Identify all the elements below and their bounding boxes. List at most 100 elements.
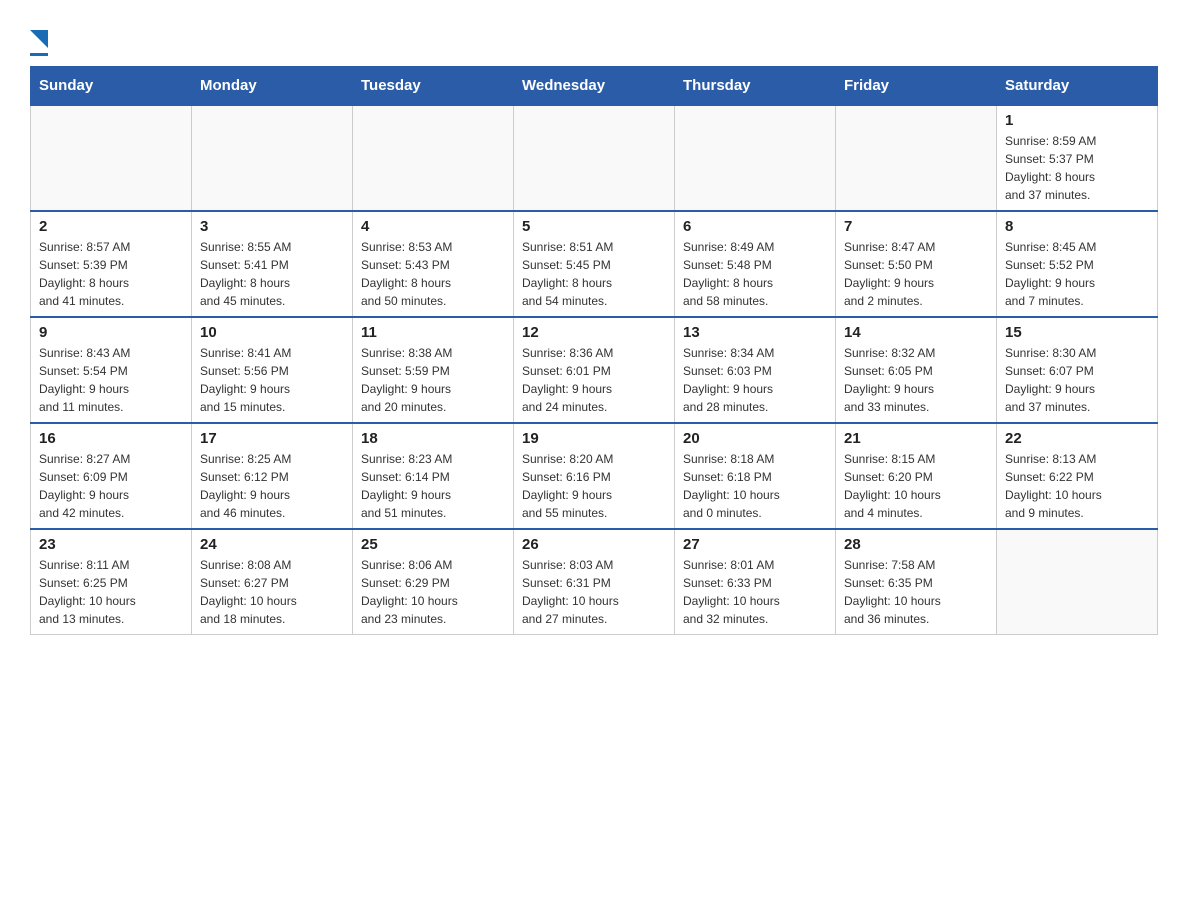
calendar-cell: 11 Sunrise: 8:38 AM Sunset: 5:59 PM Dayli… (353, 317, 514, 423)
day-number: 17 (200, 430, 344, 447)
day-number: 5 (522, 218, 666, 235)
calendar-cell: 15 Sunrise: 8:30 AM Sunset: 6:07 PM Dayli… (997, 317, 1158, 423)
calendar-cell: 23 Sunrise: 8:11 AM Sunset: 6:25 PM Dayli… (31, 529, 192, 635)
day-number: 8 (1005, 218, 1149, 235)
day-info: Sunrise: 8:18 AM Sunset: 6:18 PM Dayligh… (683, 450, 827, 522)
calendar-cell: 1 Sunrise: 8:59 AM Sunset: 5:37 PM Daylig… (997, 105, 1158, 211)
calendar-cell: 6Sunrise: 8:49 AM Sunset: 5:48 PM Daylig… (675, 211, 836, 317)
calendar-week-2: 9 Sunrise: 8:43 AM Sunset: 5:54 PM Daylig… (31, 317, 1158, 423)
calendar-cell (192, 105, 353, 211)
day-info: Sunrise: 8:36 AM Sunset: 6:01 PM Dayligh… (522, 344, 666, 416)
day-info: Sunrise: 8:30 AM Sunset: 6:07 PM Dayligh… (1005, 344, 1149, 416)
day-number: 20 (683, 430, 827, 447)
day-info: Sunrise: 8:11 AM Sunset: 6:25 PM Dayligh… (39, 556, 183, 628)
calendar-cell (675, 105, 836, 211)
day-info: Sunrise: 8:59 AM Sunset: 5:37 PM Dayligh… (1005, 132, 1149, 204)
calendar-cell: 21Sunrise: 8:15 AM Sunset: 6:20 PM Dayli… (836, 423, 997, 529)
weekday-sunday: Sunday (31, 67, 192, 106)
calendar-cell: 26 Sunrise: 8:03 AM Sunset: 6:31 PM Dayli… (514, 529, 675, 635)
day-info: Sunrise: 8:03 AM Sunset: 6:31 PM Dayligh… (522, 556, 666, 628)
page-header (30, 20, 1158, 56)
day-info: Sunrise: 8:01 AM Sunset: 6:33 PM Dayligh… (683, 556, 827, 628)
logo (30, 30, 48, 56)
calendar-cell: 7 Sunrise: 8:47 AM Sunset: 5:50 PM Daylig… (836, 211, 997, 317)
day-number: 22 (1005, 430, 1149, 447)
calendar-week-0: 1 Sunrise: 8:59 AM Sunset: 5:37 PM Daylig… (31, 105, 1158, 211)
day-info: Sunrise: 8:55 AM Sunset: 5:41 PM Dayligh… (200, 238, 344, 310)
calendar-week-1: 2 Sunrise: 8:57 AM Sunset: 5:39 PM Daylig… (31, 211, 1158, 317)
calendar-cell: 24 Sunrise: 8:08 AM Sunset: 6:27 PM Dayli… (192, 529, 353, 635)
calendar-cell: 4 Sunrise: 8:53 AM Sunset: 5:43 PM Daylig… (353, 211, 514, 317)
day-info: Sunrise: 8:20 AM Sunset: 6:16 PM Dayligh… (522, 450, 666, 522)
day-info: Sunrise: 8:51 AM Sunset: 5:45 PM Dayligh… (522, 238, 666, 310)
calendar-body: 1 Sunrise: 8:59 AM Sunset: 5:37 PM Daylig… (31, 105, 1158, 635)
day-number: 23 (39, 536, 183, 553)
day-number: 25 (361, 536, 505, 553)
calendar-cell (514, 105, 675, 211)
calendar-cell: 8 Sunrise: 8:45 AM Sunset: 5:52 PM Daylig… (997, 211, 1158, 317)
day-number: 7 (844, 218, 988, 235)
calendar-cell: 19 Sunrise: 8:20 AM Sunset: 6:16 PM Dayli… (514, 423, 675, 529)
day-number: 12 (522, 324, 666, 341)
weekday-wednesday: Wednesday (514, 67, 675, 106)
day-info: Sunrise: 8:34 AM Sunset: 6:03 PM Dayligh… (683, 344, 827, 416)
weekday-friday: Friday (836, 67, 997, 106)
calendar-cell: 27 Sunrise: 8:01 AM Sunset: 6:33 PM Dayli… (675, 529, 836, 635)
calendar-header: SundayMondayTuesdayWednesdayThursdayFrid… (31, 67, 1158, 106)
day-number: 28 (844, 536, 988, 553)
calendar-cell: 17 Sunrise: 8:25 AM Sunset: 6:12 PM Dayli… (192, 423, 353, 529)
day-info: Sunrise: 8:13 AM Sunset: 6:22 PM Dayligh… (1005, 450, 1149, 522)
day-number: 1 (1005, 112, 1149, 129)
calendar-cell: 25 Sunrise: 8:06 AM Sunset: 6:29 PM Dayli… (353, 529, 514, 635)
calendar-cell (836, 105, 997, 211)
day-info: Sunrise: 8:25 AM Sunset: 6:12 PM Dayligh… (200, 450, 344, 522)
calendar-cell: 13 Sunrise: 8:34 AM Sunset: 6:03 PM Dayli… (675, 317, 836, 423)
day-info: Sunrise: 8:23 AM Sunset: 6:14 PM Dayligh… (361, 450, 505, 522)
calendar-cell: 9 Sunrise: 8:43 AM Sunset: 5:54 PM Daylig… (31, 317, 192, 423)
calendar-cell: 20 Sunrise: 8:18 AM Sunset: 6:18 PM Dayli… (675, 423, 836, 529)
day-info: Sunrise: 8:57 AM Sunset: 5:39 PM Dayligh… (39, 238, 183, 310)
day-info: Sunrise: 8:08 AM Sunset: 6:27 PM Dayligh… (200, 556, 344, 628)
day-info: Sunrise: 8:43 AM Sunset: 5:54 PM Dayligh… (39, 344, 183, 416)
weekday-saturday: Saturday (997, 67, 1158, 106)
day-info: Sunrise: 8:49 AM Sunset: 5:48 PM Dayligh… (683, 238, 827, 310)
day-number: 26 (522, 536, 666, 553)
day-number: 15 (1005, 324, 1149, 341)
day-number: 4 (361, 218, 505, 235)
calendar-week-4: 23 Sunrise: 8:11 AM Sunset: 6:25 PM Dayli… (31, 529, 1158, 635)
weekday-thursday: Thursday (675, 67, 836, 106)
day-number: 3 (200, 218, 344, 235)
day-number: 24 (200, 536, 344, 553)
calendar-cell: 16Sunrise: 8:27 AM Sunset: 6:09 PM Dayli… (31, 423, 192, 529)
day-info: Sunrise: 8:53 AM Sunset: 5:43 PM Dayligh… (361, 238, 505, 310)
calendar-cell: 2 Sunrise: 8:57 AM Sunset: 5:39 PM Daylig… (31, 211, 192, 317)
day-info: Sunrise: 8:47 AM Sunset: 5:50 PM Dayligh… (844, 238, 988, 310)
day-number: 27 (683, 536, 827, 553)
day-info: Sunrise: 8:41 AM Sunset: 5:56 PM Dayligh… (200, 344, 344, 416)
day-info: Sunrise: 8:15 AM Sunset: 6:20 PM Dayligh… (844, 450, 988, 522)
day-number: 18 (361, 430, 505, 447)
logo-triangle-icon (30, 30, 48, 50)
calendar-cell: 12 Sunrise: 8:36 AM Sunset: 6:01 PM Dayli… (514, 317, 675, 423)
day-number: 19 (522, 430, 666, 447)
day-number: 11 (361, 324, 505, 341)
day-info: Sunrise: 8:06 AM Sunset: 6:29 PM Dayligh… (361, 556, 505, 628)
calendar-cell (997, 529, 1158, 635)
calendar-cell: 3 Sunrise: 8:55 AM Sunset: 5:41 PM Daylig… (192, 211, 353, 317)
calendar-cell: 5 Sunrise: 8:51 AM Sunset: 5:45 PM Daylig… (514, 211, 675, 317)
calendar-cell: 18 Sunrise: 8:23 AM Sunset: 6:14 PM Dayli… (353, 423, 514, 529)
calendar-cell: 14Sunrise: 8:32 AM Sunset: 6:05 PM Dayli… (836, 317, 997, 423)
day-number: 2 (39, 218, 183, 235)
calendar-table: SundayMondayTuesdayWednesdayThursdayFrid… (30, 66, 1158, 635)
day-info: Sunrise: 8:32 AM Sunset: 6:05 PM Dayligh… (844, 344, 988, 416)
day-info: Sunrise: 8:38 AM Sunset: 5:59 PM Dayligh… (361, 344, 505, 416)
calendar-cell (353, 105, 514, 211)
weekday-tuesday: Tuesday (353, 67, 514, 106)
calendar-cell: 28 Sunrise: 7:58 AM Sunset: 6:35 PM Dayli… (836, 529, 997, 635)
day-number: 13 (683, 324, 827, 341)
day-info: Sunrise: 7:58 AM Sunset: 6:35 PM Dayligh… (844, 556, 988, 628)
calendar-cell: 10Sunrise: 8:41 AM Sunset: 5:56 PM Dayli… (192, 317, 353, 423)
weekday-header-row: SundayMondayTuesdayWednesdayThursdayFrid… (31, 67, 1158, 106)
day-number: 9 (39, 324, 183, 341)
day-info: Sunrise: 8:45 AM Sunset: 5:52 PM Dayligh… (1005, 238, 1149, 310)
